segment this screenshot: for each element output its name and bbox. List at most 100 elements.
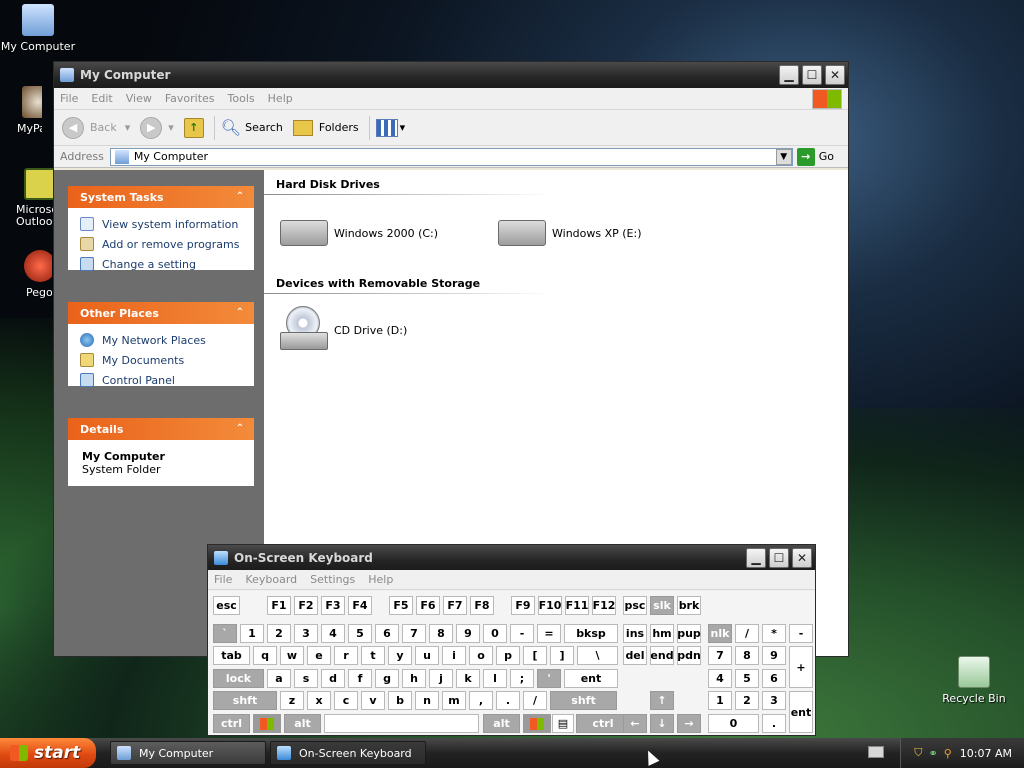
key-r1-5[interactable]: F5 bbox=[389, 596, 413, 615]
osk-menu-file[interactable]: File bbox=[214, 573, 232, 586]
key-r2-7[interactable]: 7 bbox=[402, 624, 426, 643]
key-r4-1[interactable]: a bbox=[267, 669, 291, 688]
key-left-arrow[interactable]: ← bbox=[623, 714, 647, 733]
key-r4-5[interactable]: g bbox=[375, 669, 399, 688]
key-r1-15[interactable]: brk bbox=[677, 596, 701, 615]
drive-e[interactable]: Windows XP (E:) bbox=[498, 220, 642, 246]
key-r2-11[interactable]: - bbox=[510, 624, 534, 643]
key-r1-12[interactable]: F12 bbox=[592, 596, 616, 615]
key-r4-3[interactable]: d bbox=[321, 669, 345, 688]
key-r2-6[interactable]: 6 bbox=[375, 624, 399, 643]
key-left-windows[interactable] bbox=[253, 714, 281, 733]
link-my-documents[interactable]: My Documents bbox=[68, 350, 254, 370]
osk-titlebar[interactable]: On-Screen Keyboard ▁ ☐ ✕ bbox=[208, 545, 815, 570]
osk-menu-settings[interactable]: Settings bbox=[310, 573, 355, 586]
key-r3-18[interactable]: 8 bbox=[735, 646, 759, 665]
key-r3-0[interactable]: tab bbox=[213, 646, 250, 665]
key-r5-10[interactable]: / bbox=[523, 691, 547, 710]
desktop-icon-outlook[interactable]: Microsc Outloo bbox=[2, 168, 54, 228]
key-r5-2[interactable]: x bbox=[307, 691, 331, 710]
key-r2-9[interactable]: 9 bbox=[456, 624, 480, 643]
views-button[interactable]: ▾ bbox=[375, 118, 405, 137]
osk-menu-help[interactable]: Help bbox=[368, 573, 393, 586]
key-r2-3[interactable]: 3 bbox=[294, 624, 318, 643]
security-shield-icon[interactable]: ⛉ bbox=[914, 746, 922, 760]
key-r3-8[interactable]: i bbox=[442, 646, 466, 665]
key-r3-1[interactable]: q bbox=[253, 646, 277, 665]
key-r2-20[interactable]: - bbox=[789, 624, 813, 643]
search-button[interactable]: 🔍︎ Search bbox=[221, 118, 283, 137]
go-button[interactable]: → Go bbox=[796, 147, 834, 166]
key-r2-14[interactable]: ins bbox=[623, 624, 647, 643]
key-r3-15[interactable]: end bbox=[650, 646, 674, 665]
key-r3-13[interactable]: \ bbox=[577, 646, 618, 665]
key-r5-0[interactable]: shft bbox=[213, 691, 277, 710]
network-tray-icon[interactable]: ⚭ bbox=[929, 747, 938, 760]
desktop-icon-recycle-bin[interactable]: Recycle Bin bbox=[936, 656, 1012, 705]
dropdown-arrow-icon[interactable]: ▼ bbox=[775, 148, 792, 165]
key-r4-14[interactable]: 5 bbox=[735, 669, 759, 688]
key-r4-12[interactable]: ent bbox=[564, 669, 618, 688]
desktop-icon-pego[interactable]: Pego bbox=[2, 250, 52, 299]
key-down-arrow[interactable]: ↓ bbox=[650, 714, 674, 733]
key-r5-8[interactable]: , bbox=[469, 691, 493, 710]
key-r2-0[interactable]: ` bbox=[213, 624, 237, 643]
key-r4-8[interactable]: k bbox=[456, 669, 480, 688]
up-button[interactable]: ↑ bbox=[183, 117, 204, 138]
explorer-titlebar[interactable]: My Computer ▁ ☐ ✕ bbox=[54, 62, 848, 88]
key-r3-3[interactable]: e bbox=[307, 646, 331, 665]
key-r3-4[interactable]: r bbox=[334, 646, 358, 665]
key-r1-13[interactable]: psc bbox=[623, 596, 647, 615]
key-r1-11[interactable]: F11 bbox=[565, 596, 589, 615]
key-r5-14[interactable]: 3 bbox=[762, 691, 786, 710]
link-add-remove-programs[interactable]: Add or remove programs bbox=[68, 234, 254, 254]
key-r4-4[interactable]: f bbox=[348, 669, 372, 688]
key-r5-7[interactable]: m bbox=[442, 691, 466, 710]
system-tasks-header[interactable]: System Tasks ⌃ bbox=[68, 186, 254, 208]
key-r2-4[interactable]: 4 bbox=[321, 624, 345, 643]
key-r3-2[interactable]: w bbox=[280, 646, 304, 665]
menu-edit[interactable]: Edit bbox=[91, 92, 112, 105]
key-r5-3[interactable]: c bbox=[334, 691, 358, 710]
key-r6-4[interactable]: 0 bbox=[708, 714, 759, 733]
start-button[interactable]: start bbox=[0, 738, 96, 768]
task-my-computer[interactable]: My Computer bbox=[110, 741, 266, 765]
menu-file[interactable]: File bbox=[60, 92, 78, 105]
key-r2-15[interactable]: hm bbox=[650, 624, 674, 643]
key-r1-1[interactable]: F1 bbox=[267, 596, 291, 615]
key-r2-12[interactable]: = bbox=[537, 624, 561, 643]
address-input[interactable]: My Computer ▼ bbox=[109, 147, 793, 166]
key-r2-17[interactable]: nlk bbox=[708, 624, 732, 643]
search-tray-icon[interactable]: ⚲ bbox=[944, 747, 952, 760]
key-r1-10[interactable]: F10 bbox=[538, 596, 562, 615]
key-r3-5[interactable]: t bbox=[361, 646, 385, 665]
forward-button[interactable]: ▶ ▾ bbox=[140, 116, 174, 139]
close-button[interactable]: ✕ bbox=[825, 65, 845, 85]
key-r6-2[interactable]: alt bbox=[483, 714, 520, 733]
key-r2-18[interactable]: / bbox=[735, 624, 759, 643]
key-r3-7[interactable]: u bbox=[415, 646, 439, 665]
key-r2-13[interactable]: bksp bbox=[564, 624, 618, 643]
key-r4-6[interactable]: h bbox=[402, 669, 426, 688]
key-r4-15[interactable]: 6 bbox=[762, 669, 786, 688]
key-r2-10[interactable]: 0 bbox=[483, 624, 507, 643]
menu-tools[interactable]: Tools bbox=[228, 92, 255, 105]
key-r6-5[interactable]: . bbox=[762, 714, 786, 733]
osk-minimize-button[interactable]: ▁ bbox=[746, 547, 766, 568]
key-r3-11[interactable]: [ bbox=[523, 646, 547, 665]
key-r6-1[interactable]: alt bbox=[284, 714, 321, 733]
menu-help[interactable]: Help bbox=[268, 92, 293, 105]
key-r2-19[interactable]: * bbox=[762, 624, 786, 643]
key-r1-6[interactable]: F6 bbox=[416, 596, 440, 615]
collapse-chevron-icon[interactable]: ⌃ bbox=[232, 421, 248, 437]
key-r4-9[interactable]: l bbox=[483, 669, 507, 688]
key-r1-8[interactable]: F8 bbox=[470, 596, 494, 615]
key-r1-0[interactable]: esc bbox=[213, 596, 240, 615]
key-r3-6[interactable]: y bbox=[388, 646, 412, 665]
key-r1-7[interactable]: F7 bbox=[443, 596, 467, 615]
key-r2-1[interactable]: 1 bbox=[240, 624, 264, 643]
key-r5-12[interactable]: 1 bbox=[708, 691, 732, 710]
key-r5-11[interactable]: shft bbox=[550, 691, 617, 710]
key-r3-17[interactable]: 7 bbox=[708, 646, 732, 665]
key-r3-10[interactable]: p bbox=[496, 646, 520, 665]
